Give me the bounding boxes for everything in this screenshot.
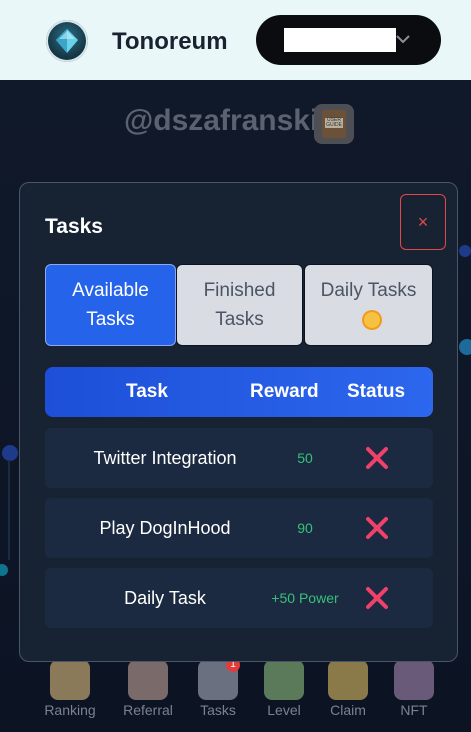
nav-label: NFT bbox=[400, 702, 428, 718]
cross-icon bbox=[366, 587, 388, 609]
nav-label: Level bbox=[267, 702, 301, 718]
user-guide-book-icon[interactable]: USER GUIDE bbox=[314, 104, 354, 144]
claim-icon bbox=[328, 660, 368, 700]
task-name: Daily Task bbox=[124, 588, 206, 608]
app-header: Tonoreum bbox=[0, 0, 471, 80]
tasks-icon: 1 bbox=[198, 658, 240, 700]
sun-icon bbox=[363, 311, 380, 328]
nav-label: Tasks bbox=[200, 702, 236, 718]
referral-icon bbox=[128, 660, 168, 700]
task-name: Twitter Integration bbox=[93, 448, 237, 468]
network-link bbox=[8, 460, 10, 560]
network-node bbox=[459, 339, 471, 355]
profile-username: @dszafranski bbox=[124, 104, 319, 137]
nav-label: Claim bbox=[330, 702, 366, 718]
tab-available-tasks[interactable]: Available Tasks bbox=[45, 264, 176, 346]
task-reward: 50 bbox=[297, 450, 313, 466]
tonoreum-logo bbox=[46, 20, 88, 62]
network-node bbox=[2, 445, 18, 461]
tasks-modal: Tasks × Available Tasks Finished Tasks D… bbox=[19, 182, 458, 662]
tab-label: Available Tasks bbox=[72, 280, 149, 330]
task-name: Play DogInHood bbox=[99, 518, 231, 538]
nav-label: Ranking bbox=[44, 702, 96, 718]
tab-finished-tasks[interactable]: Finished Tasks bbox=[176, 264, 303, 346]
nav-level[interactable]: Level bbox=[252, 660, 316, 718]
tab-label: Daily Tasks bbox=[311, 276, 426, 334]
close-button[interactable]: × bbox=[400, 194, 446, 250]
column-header-task: Task bbox=[126, 381, 168, 402]
nft-icon bbox=[394, 660, 434, 700]
wallet-address-masked bbox=[284, 28, 396, 52]
nav-ranking[interactable]: Ranking bbox=[38, 660, 102, 718]
nav-claim[interactable]: Claim bbox=[316, 660, 380, 718]
level-icon bbox=[264, 660, 304, 700]
nav-nft[interactable]: NFT bbox=[382, 660, 446, 718]
cross-icon bbox=[366, 517, 388, 539]
tab-daily-tasks[interactable]: Daily Tasks bbox=[304, 264, 433, 346]
brand-name: Tonoreum bbox=[112, 28, 228, 55]
network-node bbox=[459, 245, 471, 257]
task-reward: +50 Power bbox=[271, 590, 339, 606]
nav-referral[interactable]: Referral bbox=[116, 660, 180, 718]
table-header: Task Reward Status bbox=[45, 367, 433, 417]
nav-tasks[interactable]: 1 Tasks bbox=[186, 658, 250, 718]
table-row[interactable]: Twitter Integration 50 bbox=[45, 428, 433, 488]
wallet-selector[interactable] bbox=[256, 15, 441, 65]
cross-icon bbox=[366, 447, 388, 469]
bottom-nav: Ranking Referral 1 Tasks Level Claim NFT bbox=[38, 658, 448, 726]
task-reward: 90 bbox=[297, 520, 313, 536]
column-header-status: Status bbox=[347, 381, 406, 402]
chevron-down-icon bbox=[396, 35, 410, 44]
table-row[interactable]: Play DogInHood 90 bbox=[45, 498, 433, 558]
nav-label: Referral bbox=[123, 702, 173, 718]
modal-title: Tasks bbox=[45, 215, 103, 238]
ranking-icon bbox=[50, 660, 90, 700]
table-row[interactable]: Daily Task +50 Power bbox=[45, 568, 433, 628]
tab-label: Finished Tasks bbox=[203, 280, 276, 330]
column-header-reward: Reward bbox=[250, 381, 319, 402]
